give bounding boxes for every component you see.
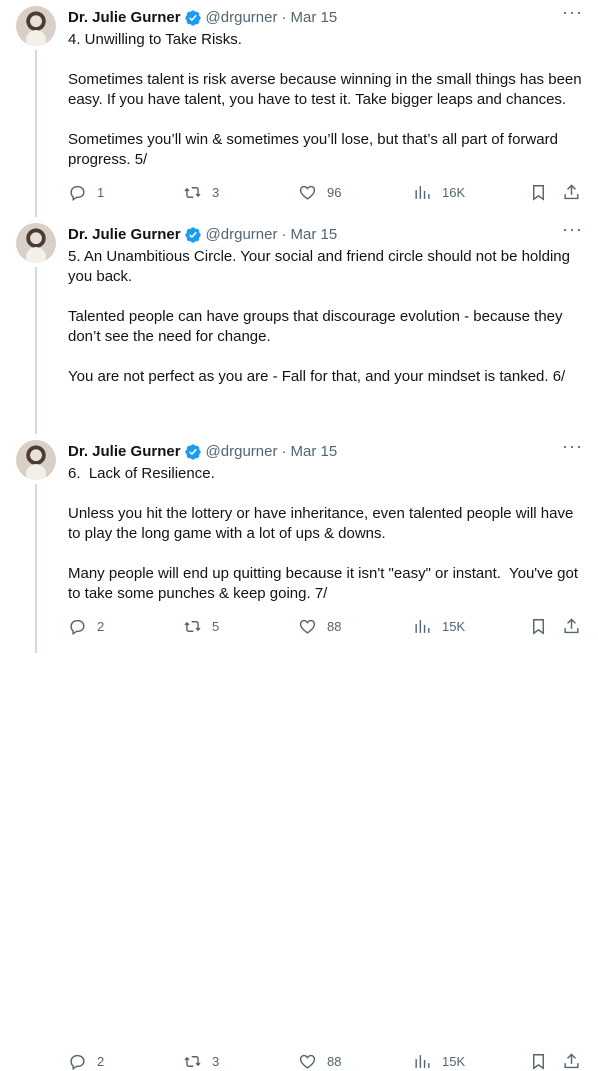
views-button[interactable]: 15K <box>413 1052 465 1071</box>
tweet-text: 4. Unwilling to Take Risks. Sometimes ta… <box>68 31 582 168</box>
tweet[interactable]: Dr. Julie Gurner @drgurner · Mar 15 ··· … <box>0 434 598 1070</box>
heart-icon <box>299 185 316 200</box>
author-name[interactable]: Dr. Julie Gurner <box>68 8 181 28</box>
avatar[interactable] <box>16 6 56 46</box>
bookmark-button[interactable] <box>529 183 548 202</box>
reply-icon <box>70 185 85 201</box>
like-button[interactable]: 96 <box>298 183 341 202</box>
reply-icon <box>70 1054 85 1070</box>
share-button[interactable] <box>562 1052 581 1071</box>
separator-dot: · <box>281 9 287 26</box>
bookmark-icon <box>533 1053 544 1070</box>
share-icon <box>564 183 579 199</box>
author-handle[interactable]: @drgurner <box>206 442 278 462</box>
retweet-icon <box>184 186 201 198</box>
views-count: 15K <box>442 1053 466 1069</box>
analytics-icon <box>415 185 430 199</box>
retweet-icon <box>184 1055 201 1067</box>
tweet[interactable]: Dr. Julie Gurner @drgurner · Mar 15 ··· … <box>0 0 598 217</box>
verified-badge-icon <box>184 10 201 26</box>
bookmark-icon <box>533 184 544 201</box>
author-handle[interactable]: @drgurner <box>206 8 278 28</box>
heart-icon <box>299 1054 316 1069</box>
reply-button[interactable]: 1 <box>68 183 104 202</box>
separator-dot: · <box>281 443 287 460</box>
avatar[interactable] <box>16 440 56 480</box>
tweet-date[interactable]: Mar 15 <box>290 8 337 28</box>
more-horizontal-icon[interactable]: ··· <box>562 437 582 460</box>
author-handle[interactable]: @drgurner <box>206 225 278 245</box>
author-name[interactable]: Dr. Julie Gurner <box>68 225 181 245</box>
tweet-text: 6. Lack of Resilience. Unless you hit th… <box>68 465 579 602</box>
tweet-text: 5. An Unambitious Circle. Your social an… <box>68 248 570 385</box>
thread-line <box>35 50 37 217</box>
more-horizontal-icon[interactable]: ··· <box>562 220 582 243</box>
views-count: 16K <box>442 184 466 200</box>
retweet-count: 3 <box>212 1053 220 1069</box>
like-button[interactable]: 88 <box>298 1052 341 1071</box>
retweet-button[interactable]: 3 <box>183 183 219 202</box>
tweet[interactable]: Dr. Julie Gurner @drgurner · Mar 15 ··· … <box>0 217 598 635</box>
thread-line <box>35 484 37 653</box>
reply-count: 1 <box>97 184 105 200</box>
thread-line <box>35 267 37 434</box>
tweet-actions: 1 3 96 16K <box>68 182 582 202</box>
tweet-actions: 2 3 88 15K <box>68 1051 582 1071</box>
bookmark-button[interactable] <box>529 1052 548 1071</box>
views-button[interactable]: 16K <box>413 183 465 202</box>
like-count: 96 <box>327 184 342 200</box>
separator-dot: · <box>281 226 287 243</box>
share-icon <box>564 1052 579 1068</box>
tweet-date[interactable]: Mar 15 <box>290 225 337 245</box>
author-name[interactable]: Dr. Julie Gurner <box>68 442 181 462</box>
reply-button[interactable]: 2 <box>68 1052 104 1071</box>
more-horizontal-icon[interactable]: ··· <box>562 3 582 26</box>
reply-count: 2 <box>97 1053 105 1069</box>
avatar[interactable] <box>16 223 56 263</box>
verified-badge-icon <box>184 227 201 243</box>
retweet-button[interactable]: 3 <box>183 1052 219 1071</box>
tweet-date[interactable]: Mar 15 <box>290 442 337 462</box>
retweet-count: 3 <box>212 184 220 200</box>
like-count: 88 <box>327 1053 342 1069</box>
share-button[interactable] <box>562 183 581 202</box>
verified-badge-icon <box>184 444 201 460</box>
analytics-icon <box>415 1054 430 1068</box>
